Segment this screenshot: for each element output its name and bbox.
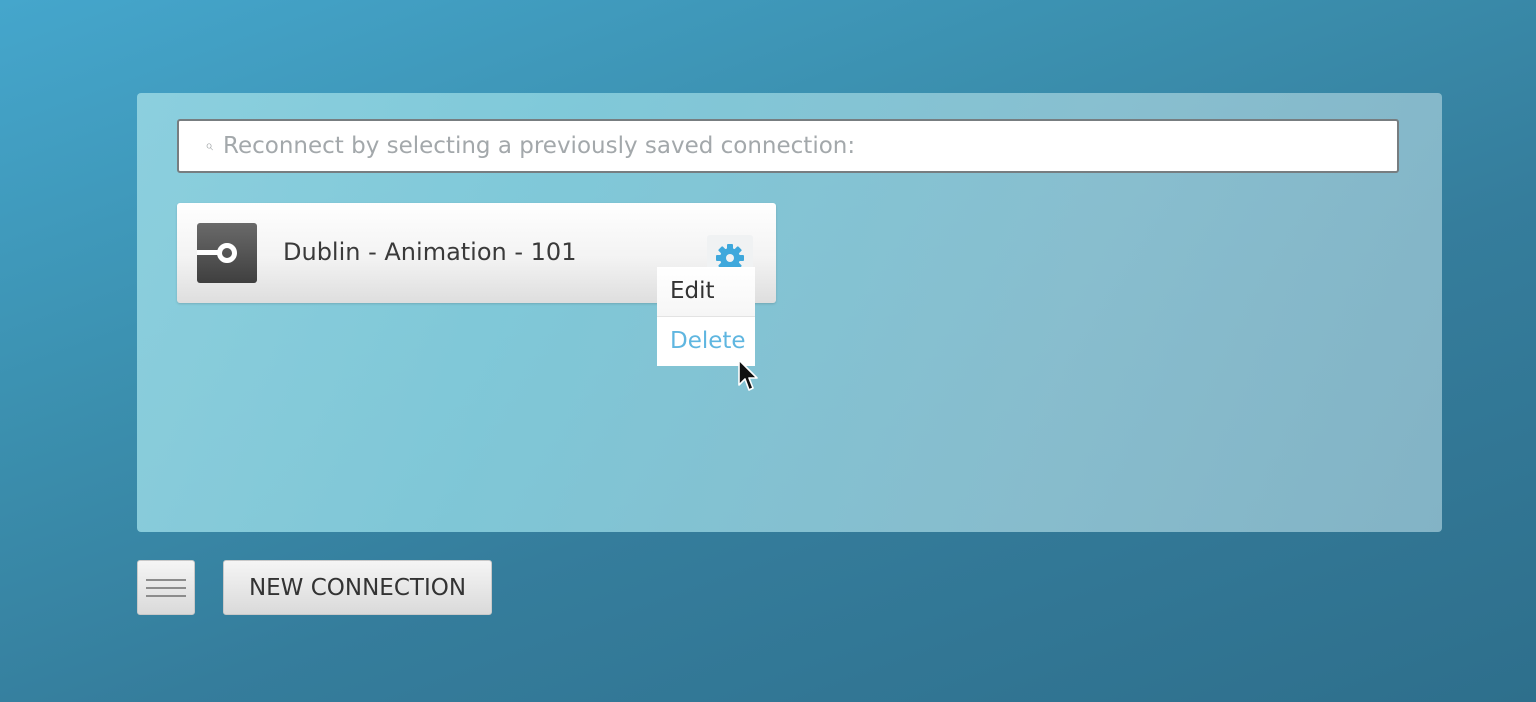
menu-item-edit[interactable]: Edit bbox=[657, 267, 755, 317]
search-placeholder: Reconnect by selecting a previously save… bbox=[223, 133, 856, 159]
mouse-cursor-icon bbox=[738, 359, 758, 391]
hamburger-line bbox=[146, 594, 186, 597]
search-icon: ⌕ bbox=[205, 138, 213, 154]
new-connection-button[interactable]: NEW CONNECTION bbox=[223, 560, 492, 615]
hamburger-menu-button[interactable] bbox=[137, 560, 195, 615]
connection-icon bbox=[197, 223, 257, 283]
saved-connections-panel: ⌕ Reconnect by selecting a previously sa… bbox=[137, 93, 1442, 532]
hamburger-line bbox=[146, 578, 186, 581]
connection-context-menu: Edit Delete bbox=[657, 267, 755, 366]
search-input[interactable]: ⌕ Reconnect by selecting a previously sa… bbox=[177, 119, 1399, 173]
connection-name[interactable]: Dublin - Animation - 101 bbox=[283, 238, 576, 266]
hamburger-line bbox=[146, 586, 186, 589]
